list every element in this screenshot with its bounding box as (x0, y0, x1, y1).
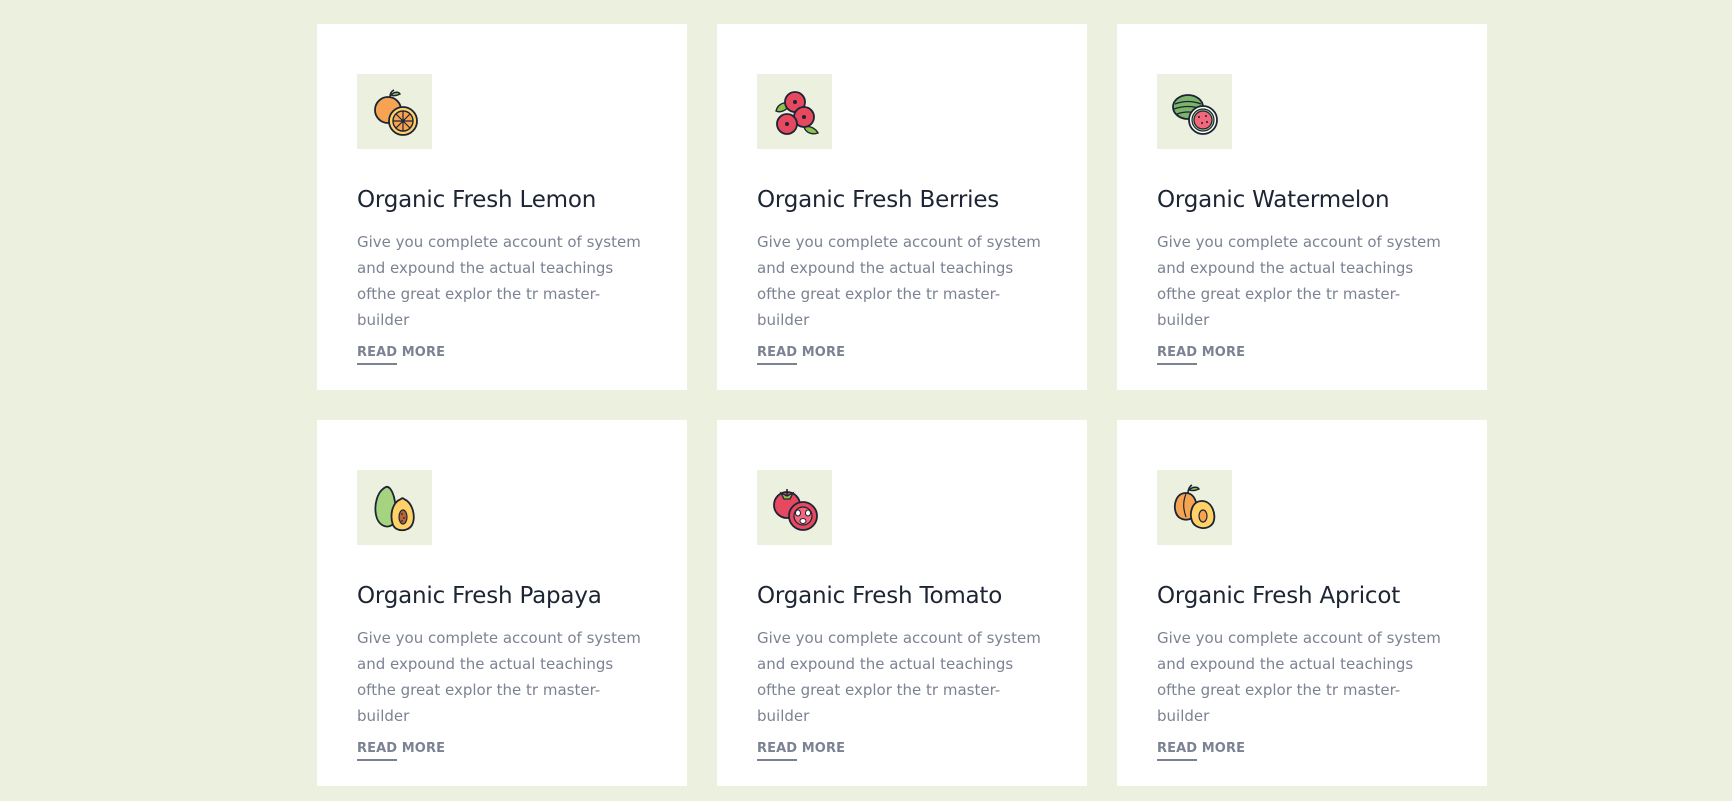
card-title: Organic Fresh Papaya (357, 583, 602, 609)
card-icon-box (757, 74, 832, 149)
card-title: Organic Fresh Apricot (1157, 583, 1401, 609)
product-card: Organic Fresh Apricot Give you complete … (1117, 420, 1487, 786)
card-icon-box (1157, 470, 1232, 545)
product-card: Organic Fresh Lemon Give you complete ac… (317, 24, 687, 390)
card-title: Organic Fresh Berries (757, 187, 1000, 213)
read-more-link[interactable]: READ MORE (757, 345, 845, 365)
read-more-link[interactable]: READ MORE (357, 741, 445, 761)
card-icon-box (357, 74, 432, 149)
product-card: Organic Fresh Berries Give you complete … (717, 24, 1087, 390)
card-icon-box (1157, 74, 1232, 149)
product-card-grid: Organic Fresh Lemon Give you complete ac… (317, 24, 1487, 786)
berries-icon (774, 90, 819, 135)
read-more-link[interactable]: READ MORE (757, 741, 845, 761)
watermelon-icon (1171, 93, 1218, 135)
card-description: Give you complete account of system and … (757, 629, 1041, 725)
card-icon-box (357, 470, 432, 545)
tomato-icon (772, 488, 818, 531)
card-title: Organic Watermelon (1157, 187, 1390, 213)
card-title: Organic Fresh Tomato (757, 583, 1003, 609)
card-title: Organic Fresh Lemon (357, 187, 597, 213)
product-card: Organic Fresh Papaya Give you complete a… (317, 420, 687, 786)
read-more-link[interactable]: READ MORE (357, 345, 445, 365)
card-description: Give you complete account of system and … (1157, 629, 1441, 725)
product-card: Organic Watermelon Give you complete acc… (1117, 24, 1487, 390)
product-card: Organic Fresh Tomato Give you complete a… (717, 420, 1087, 786)
card-description: Give you complete account of system and … (1157, 233, 1441, 329)
read-more-link[interactable]: READ MORE (1157, 345, 1245, 365)
apricot-icon (1173, 483, 1215, 529)
card-description: Give you complete account of system and … (357, 233, 641, 329)
read-more-link[interactable]: READ MORE (1157, 741, 1245, 761)
card-description: Give you complete account of system and … (357, 629, 641, 725)
card-description: Give you complete account of system and … (757, 233, 1041, 329)
card-icon-box (757, 470, 832, 545)
orange-icon (373, 88, 418, 136)
papaya-icon (374, 485, 415, 531)
